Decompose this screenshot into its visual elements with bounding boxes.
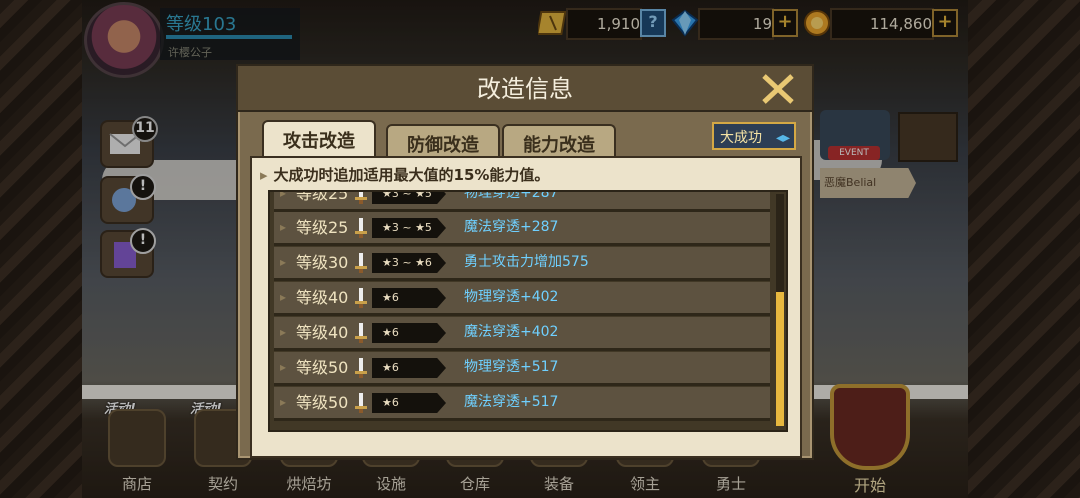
dialog-header: 改造信息: [238, 66, 812, 112]
row-level: 等级40: [296, 323, 349, 342]
bullet-icon: ▸: [280, 190, 287, 200]
row-effect: 魔法穿透+287: [464, 219, 559, 235]
star-range: ★6: [372, 358, 446, 378]
row-level: 等级25: [296, 218, 349, 237]
star-range: ★6: [372, 323, 446, 343]
list-item: ▸ 等级40 ★6 物理穿透+402: [274, 282, 770, 316]
row-level: 等级40: [296, 288, 349, 307]
sword-icon: [355, 288, 367, 308]
row-effect: 物理穿透+402: [464, 289, 559, 305]
list-scrollbar[interactable]: [776, 194, 784, 426]
close-icon: [762, 74, 794, 104]
list-item: ▸ 等级25 ★3 ~ ★5 物理穿透+287: [274, 190, 770, 212]
star-range: ★3 ~ ★6: [372, 253, 446, 273]
star-range: ★6: [372, 393, 446, 413]
sword-icon: [355, 253, 367, 273]
list-item: ▸ 等级50 ★6 魔法穿透+517: [274, 387, 770, 421]
row-level: 等级25: [296, 190, 349, 203]
star-range: ★3 ~ ★5: [372, 192, 446, 204]
upgrade-list[interactable]: ▸ 等级25 ★3 ~ ★5 物理穿透+287 ▸ 等级25 ★3 ~ ★5 魔…: [268, 190, 788, 432]
description: ▸ 大成功时追加适用最大值的15%能力值。: [260, 164, 549, 185]
sword-icon: [355, 218, 367, 238]
arrows-icon: ◂▸: [775, 130, 790, 146]
row-level: 等级50: [296, 358, 349, 377]
upgrade-info-dialog: 改造信息 攻击改造 防御改造 能力改造 大成功 ◂▸ ▸ 大成功时追加适用最大值的…: [236, 64, 814, 460]
star-range: ★3 ~ ★5: [372, 218, 446, 238]
bullet-icon: ▸: [280, 325, 287, 339]
row-level: 等级30: [296, 253, 349, 272]
bullet-icon: ▸: [280, 290, 287, 304]
row-effect: 物理穿透+517: [464, 359, 559, 375]
row-effect: 物理穿透+287: [464, 190, 559, 201]
scrollbar-thumb[interactable]: [776, 292, 784, 426]
row-effect: 魔法穿透+402: [464, 324, 559, 340]
great-success-label: 大成功: [720, 130, 762, 146]
bullet-icon: ▸: [280, 360, 287, 374]
list-item: ▸ 等级40 ★6 魔法穿透+402: [274, 317, 770, 351]
bullet-icon: ▸: [280, 395, 287, 409]
great-success-button[interactable]: 大成功 ◂▸: [712, 122, 796, 150]
sword-icon: [355, 192, 367, 204]
row-level: 等级50: [296, 393, 349, 412]
sword-icon: [355, 358, 367, 378]
bullet-icon: ▸: [280, 255, 287, 269]
bullet-icon: ▸: [280, 220, 287, 234]
dialog-title: 改造信息: [477, 75, 573, 103]
description-text: 大成功时追加适用最大值的15%能力值。: [273, 166, 550, 184]
bullet-icon: ▸: [260, 166, 268, 184]
sword-icon: [355, 393, 367, 413]
list-item: ▸ 等级25 ★3 ~ ★5 魔法穿透+287: [274, 212, 770, 246]
row-effect: 魔法穿透+517: [464, 394, 559, 410]
row-effect: 勇士攻击力增加575: [464, 254, 589, 270]
list-item: ▸ 等级30 ★3 ~ ★6 勇士攻击力增加575: [274, 247, 770, 281]
list-item: ▸ 等级50 ★6 物理穿透+517: [274, 352, 770, 386]
sword-icon: [355, 323, 367, 343]
tab-content: ▸ 大成功时追加适用最大值的15%能力值。 ▸ 等级25 ★3 ~ ★5 物理穿透…: [250, 156, 802, 458]
close-button[interactable]: [758, 70, 798, 108]
star-range: ★6: [372, 288, 446, 308]
